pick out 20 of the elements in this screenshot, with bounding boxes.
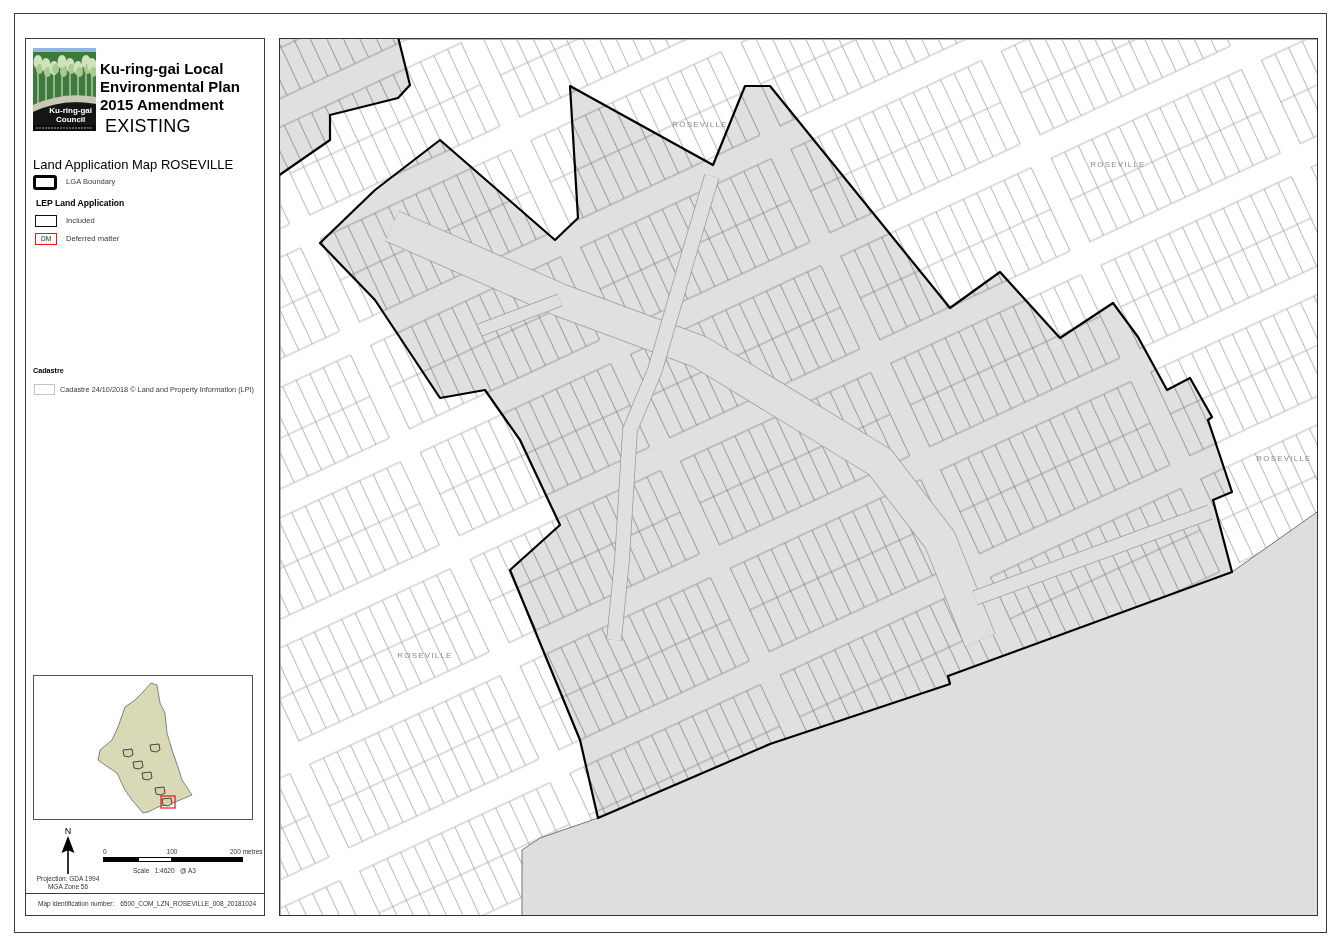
lga-boundary-swatch-icon [33, 174, 57, 190]
logo-text: Ku-ring-gai Council [49, 107, 92, 124]
centre-outline [132, 760, 144, 770]
place-label: ROSEVILLE [397, 651, 453, 660]
cadastre-swatch-icon [34, 384, 55, 395]
legend-heading: LEP Land Application [36, 197, 126, 209]
included-swatch-icon [35, 214, 57, 227]
centre-outline [154, 786, 166, 796]
north-label: N [64, 827, 72, 836]
place-label: ROSEVILLE [1090, 160, 1146, 169]
plan-status: EXISTING [105, 116, 191, 136]
place-label: ROSEVILLE [672, 120, 728, 129]
place-label: ROSEVILLE [1256, 454, 1312, 463]
north-arrow-icon [61, 836, 75, 874]
centre-outline [149, 743, 161, 753]
centre-outline [141, 771, 153, 781]
map-title: Land Application Map ROSEVILLE [33, 157, 234, 172]
centre-outline [122, 748, 134, 758]
council-logo-icon [33, 48, 96, 131]
plan-title: Ku-ring-gai Local Environmental Plan 2015 Amendment [100, 60, 241, 114]
